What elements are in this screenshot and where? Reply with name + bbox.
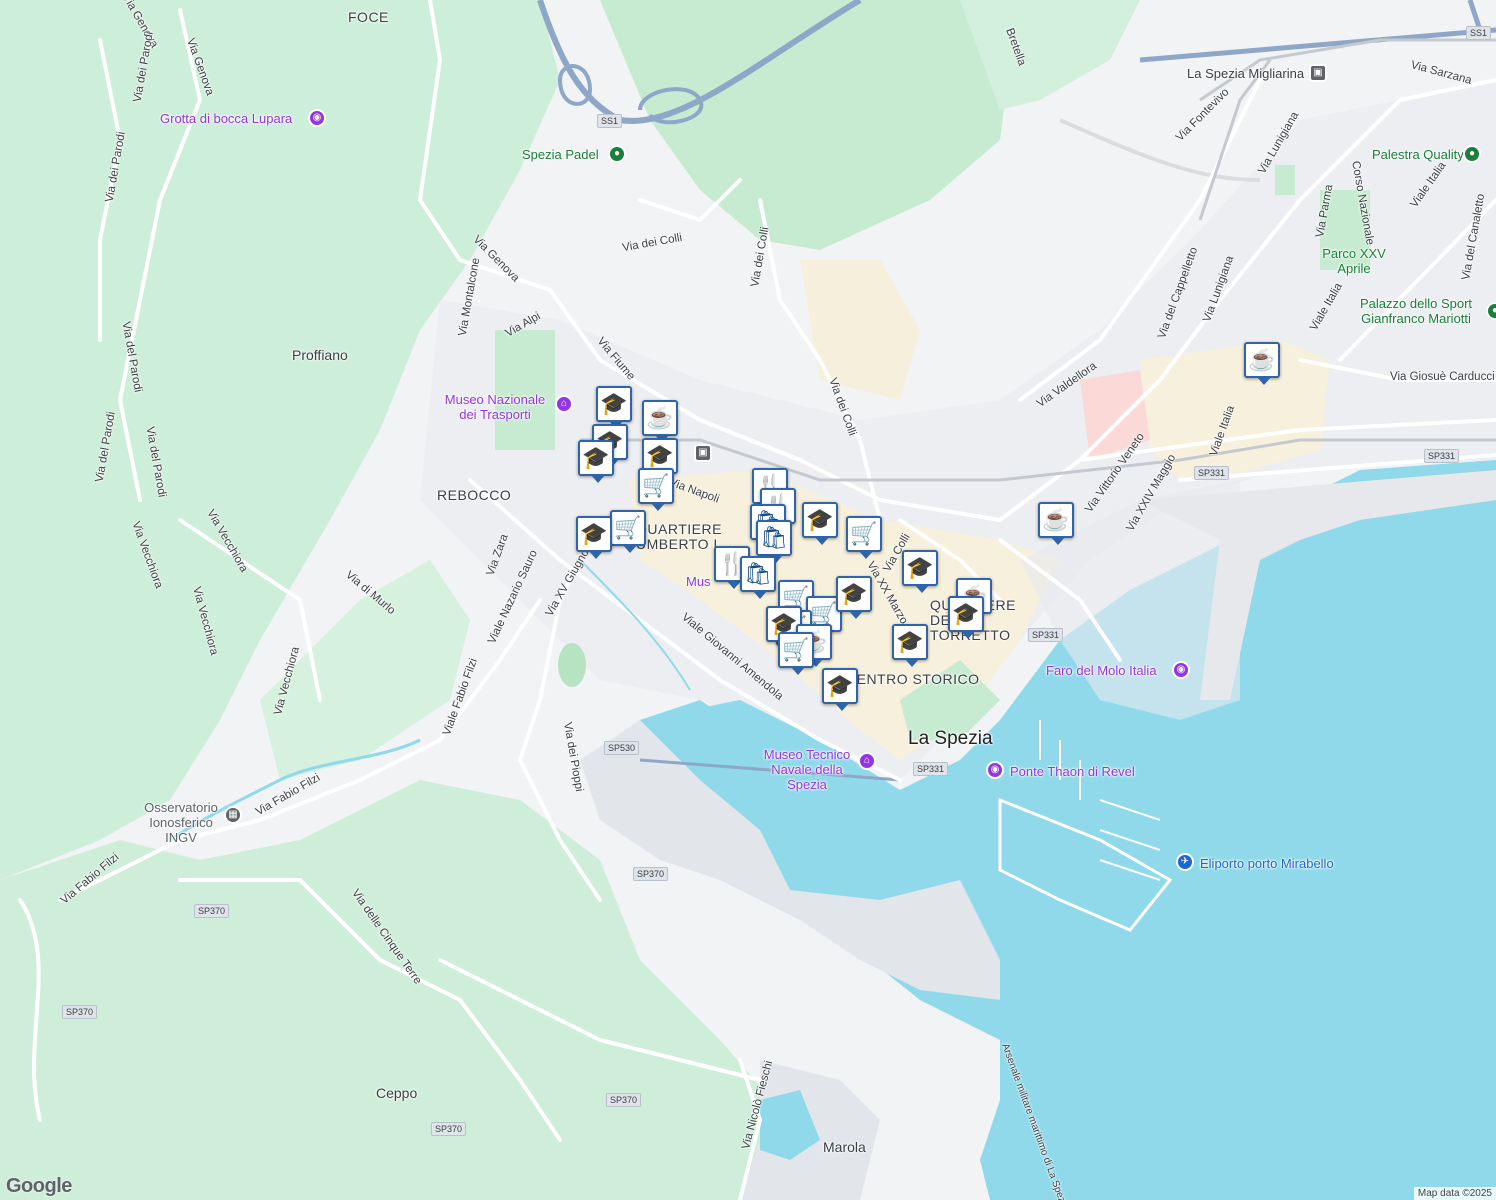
coffee-icon: ☕ bbox=[646, 405, 673, 431]
road-shield-ss1: SS1 bbox=[1466, 26, 1491, 40]
road-shield-sp331: SP331 bbox=[913, 762, 948, 776]
poi-label-museo-navale[interactable]: Museo Tecnico Navale della Spezia bbox=[752, 747, 862, 792]
shopping-cart-icon: 🛒 bbox=[614, 515, 641, 541]
school-icon-marker[interactable]: 🎓 bbox=[802, 502, 838, 538]
camera-icon[interactable]: ◉ bbox=[308, 109, 326, 127]
school-icon: 🎓 bbox=[582, 445, 609, 471]
poi-label-osservatorio[interactable]: Osservatorio Ionosferico INGV bbox=[136, 800, 226, 845]
school-icon-marker[interactable]: 🎓 bbox=[578, 440, 614, 476]
map-canvas[interactable]: FOCE Proffiano REBOCCO QUARTIERE UMBERTO… bbox=[0, 0, 1496, 1200]
road-shield-sp331: SP331 bbox=[1194, 466, 1229, 480]
school-icon: 🎓 bbox=[896, 629, 923, 655]
museum-icon[interactable]: ⌂ bbox=[555, 395, 573, 413]
shopping-cart-icon: 🛒 bbox=[782, 637, 809, 663]
poi-label-museo-cut[interactable]: Mus bbox=[686, 574, 711, 589]
airport-icon[interactable]: ✈ bbox=[1176, 853, 1194, 871]
road-shield-sp370: SP370 bbox=[431, 1122, 466, 1136]
shopping-cart-icon-marker[interactable]: 🛒 bbox=[778, 632, 814, 668]
road-shield-ss1: SS1 bbox=[597, 114, 622, 128]
area-label-foce: FOCE bbox=[348, 10, 389, 24]
shopping-bag-icon: 🛍 bbox=[744, 561, 772, 587]
school-icon: 🎓 bbox=[646, 443, 673, 469]
coffee-icon: ☕ bbox=[1248, 347, 1275, 373]
map-base bbox=[0, 0, 1496, 1200]
shopping-cart-icon: 🛒 bbox=[642, 473, 669, 499]
poi-label-palazzo-sport[interactable]: Palazzo dello Sport Gianfranco Mariotti bbox=[1360, 296, 1472, 326]
shopping-bag-icon: 🛍 bbox=[760, 525, 788, 551]
gym-icon[interactable]: ● bbox=[1463, 145, 1481, 163]
school-icon: 🎓 bbox=[826, 673, 853, 699]
museum-icon[interactable]: ⌂ bbox=[858, 752, 876, 770]
poi-label-parco[interactable]: Parco XXV Aprile bbox=[1314, 246, 1394, 276]
area-label-marola: Marola bbox=[823, 1140, 866, 1154]
road-shield-sp370: SP370 bbox=[194, 904, 229, 918]
google-logo: Google bbox=[6, 1175, 72, 1198]
train-station-icon[interactable]: ▣ bbox=[1309, 64, 1327, 82]
road-shield-sp370: SP370 bbox=[606, 1093, 641, 1107]
camera-icon[interactable]: ◉ bbox=[986, 761, 1004, 779]
coffee-icon-marker[interactable]: ☕ bbox=[1038, 502, 1074, 538]
school-icon-marker[interactable]: 🎓 bbox=[836, 576, 872, 612]
shopping-bag-icon-marker[interactable]: 🛍 bbox=[740, 556, 776, 592]
train-station-icon[interactable]: ▣ bbox=[694, 444, 712, 462]
poi-label-ponte[interactable]: Ponte Thaon di Revel bbox=[1010, 764, 1135, 779]
institution-icon[interactable]: ▦ bbox=[224, 806, 242, 824]
school-icon: 🎓 bbox=[806, 507, 833, 533]
road-shield-sp370: SP370 bbox=[633, 867, 668, 881]
road-shield-sp331: SP331 bbox=[1028, 628, 1063, 642]
road-shield-sp370: SP370 bbox=[62, 1005, 97, 1019]
shopping-cart-icon-marker[interactable]: 🛒 bbox=[610, 510, 646, 546]
coffee-icon-marker[interactable]: ☕ bbox=[1244, 342, 1280, 378]
shopping-bag-icon-marker[interactable]: 🛍 bbox=[756, 520, 792, 556]
road-shield-sp530: SP530 bbox=[604, 741, 639, 755]
poi-label-spezia-padel[interactable]: Spezia Padel bbox=[522, 147, 599, 162]
school-icon: 🎓 bbox=[840, 581, 867, 607]
school-icon-marker[interactable]: 🎓 bbox=[576, 516, 612, 552]
school-icon: 🎓 bbox=[580, 521, 607, 547]
school-icon-marker[interactable]: 🎓 bbox=[902, 550, 938, 586]
area-label-ceppo: Ceppo bbox=[376, 1086, 417, 1100]
shopping-cart-icon-marker[interactable]: 🛒 bbox=[638, 468, 674, 504]
area-label-umberto: QUARTIERE UMBERTO I bbox=[636, 522, 720, 552]
poi-label-eliporto[interactable]: Eliporto porto Mirabello bbox=[1200, 856, 1334, 871]
school-icon-marker[interactable]: 🎓 bbox=[822, 668, 858, 704]
shopping-cart-icon-marker[interactable]: 🛒 bbox=[846, 516, 882, 552]
shopping-cart-icon: 🛒 bbox=[850, 521, 877, 547]
school-icon: 🎓 bbox=[906, 555, 933, 581]
coffee-icon-marker[interactable]: ☕ bbox=[642, 400, 678, 436]
poi-label-grotta[interactable]: Grotta di bocca Lupara bbox=[160, 111, 292, 126]
school-icon: 🎓 bbox=[600, 391, 627, 417]
area-label-rebocco: REBOCCO bbox=[437, 488, 511, 502]
school-icon-marker[interactable]: 🎓 bbox=[948, 596, 984, 632]
poi-label-faro[interactable]: Faro del Molo Italia bbox=[1046, 663, 1157, 678]
camera-icon[interactable]: ◉ bbox=[1172, 661, 1190, 679]
school-icon-marker[interactable]: 🎓 bbox=[892, 624, 928, 660]
area-label-proffiano: Proffiano bbox=[292, 348, 348, 362]
coffee-icon: ☕ bbox=[1042, 507, 1069, 533]
poi-label-museo-trasporti[interactable]: Museo Nazionale dei Trasporti bbox=[440, 392, 550, 422]
road-shield-sp331: SP331 bbox=[1424, 449, 1459, 463]
poi-label-migliarina[interactable]: La Spezia Migliarina bbox=[1187, 66, 1304, 81]
area-label-centro: CENTRO STORICO bbox=[846, 672, 980, 686]
poi-label-palestra[interactable]: Palestra Quality bbox=[1372, 147, 1464, 162]
street-label: Via Giosuè Carducci bbox=[1390, 370, 1495, 384]
city-label: La Spezia bbox=[908, 732, 993, 746]
school-icon: 🎓 bbox=[952, 601, 979, 627]
school-icon-marker[interactable]: 🎓 bbox=[596, 386, 632, 422]
map-attribution[interactable]: Map data ©2025 bbox=[1414, 1187, 1496, 1200]
sports-icon[interactable]: ● bbox=[608, 145, 626, 163]
